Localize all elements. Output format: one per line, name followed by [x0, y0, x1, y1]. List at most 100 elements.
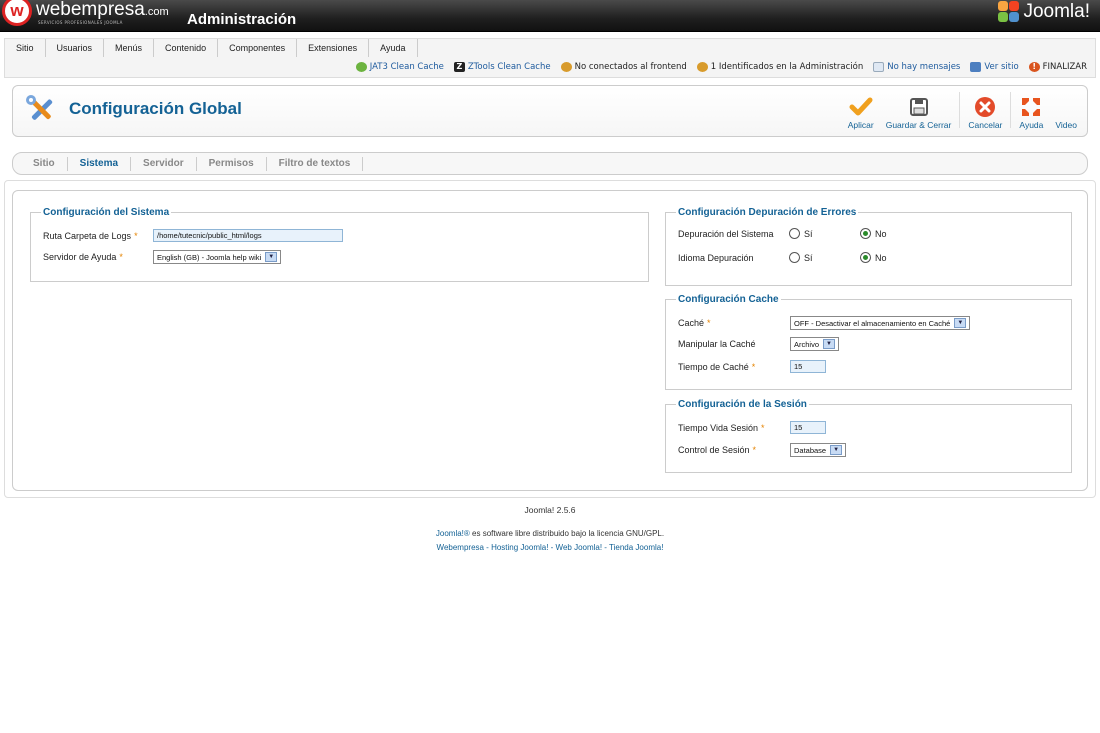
view-site-link[interactable]: Ver sitio: [970, 62, 1019, 72]
help-server-label: Servidor de Ayuda: [43, 252, 117, 262]
debug-lang-yes-radio[interactable]: [789, 252, 800, 263]
help-server-row: Servidor de Ayuda * English (GB) - Joomla…: [43, 250, 282, 264]
joomla-mark-icon: [998, 1, 1020, 23]
brand-suffix: .com: [144, 6, 169, 18]
status-bar: JAT3 Clean Cache Z ZTools Clean Cache No…: [355, 59, 1087, 75]
debug-system-yes-label: Sí: [804, 228, 813, 239]
joomla-license-link[interactable]: Joomla!®: [436, 529, 470, 538]
main-menu: Sitio Usuarios Menús Contenido Component…: [5, 39, 418, 59]
dropdown-arrow-icon: ▼: [265, 252, 278, 262]
logout-label: FINALIZAR: [1042, 62, 1087, 72]
cache-handler-value: Archivo: [794, 339, 820, 349]
session-lifetime-input[interactable]: [790, 421, 826, 434]
frontend-users-label: No conectados al frontend: [574, 62, 687, 72]
tab-sistema[interactable]: Sistema: [68, 156, 132, 171]
required-asterisk: *: [707, 318, 711, 328]
session-lifetime-row: Tiempo Vida Sesión *: [678, 421, 826, 434]
menu-item-menus[interactable]: Menús: [104, 39, 155, 57]
cancel-label: Cancelar: [968, 120, 1003, 130]
system-settings-legend: Configuración del Sistema: [43, 207, 170, 218]
debug-system-no-label: No: [875, 228, 887, 239]
cache-settings-legend: Configuración Cache: [678, 294, 779, 305]
apply-button[interactable]: Aplicar: [842, 92, 880, 130]
admin-title: Administración: [187, 11, 297, 28]
tab-permisos[interactable]: Permisos: [197, 156, 267, 171]
floppy-disk-icon: [907, 96, 931, 118]
webempresa-logo-icon: w: [2, 0, 32, 26]
ztools-clean-cache-link[interactable]: Z ZTools Clean Cache: [453, 62, 551, 72]
session-handler-value: Database: [794, 445, 827, 455]
session-settings-fieldset: Configuración de la Sesión: [665, 399, 1072, 473]
logout-link[interactable]: ! FINALIZAR: [1028, 62, 1087, 72]
jat3-clean-cache-label: JAT3 Clean Cache: [369, 62, 444, 72]
tab-sitio[interactable]: Sitio: [21, 156, 68, 171]
cache-select[interactable]: OFF - Desactivar el almacenamiento en Ca…: [790, 316, 971, 330]
dropdown-arrow-icon: ▼: [830, 445, 843, 455]
menu-item-extensiones[interactable]: Extensiones: [297, 39, 370, 57]
menu-item-sitio[interactable]: Sitio: [5, 39, 46, 57]
logs-path-row: Ruta Carpeta de Logs *: [43, 229, 343, 242]
ztools-icon: Z: [453, 62, 465, 72]
session-handler-select[interactable]: Database ▼: [790, 443, 847, 457]
recycle-icon: [355, 62, 367, 72]
cache-handler-label: Manipular la Caché: [678, 339, 756, 349]
joomla-version: Joomla! 2.5.6: [524, 505, 576, 515]
session-settings-legend: Configuración de la Sesión: [678, 399, 807, 410]
users-icon: [560, 62, 572, 72]
menu-item-usuarios[interactable]: Usuarios: [46, 39, 105, 57]
logs-path-input[interactable]: [153, 229, 343, 242]
footer-links[interactable]: Webempresa - Hosting Joomla! - Web Jooml…: [0, 543, 1100, 552]
toolbar-buttons: Aplicar Guardar & Cerrar Cancelar Ayuda …: [842, 92, 1083, 132]
config-panel: Configuración del Sistema Ruta Carpeta d…: [12, 190, 1088, 491]
help-label: Ayuda: [1019, 120, 1044, 130]
cancel-button[interactable]: Cancelar: [962, 92, 1008, 130]
top-header: w webempresa.com SERVICIOS PROFESIONALES…: [0, 0, 1100, 32]
session-handler-label: Control de Sesión: [678, 445, 750, 455]
tab-servidor[interactable]: Servidor: [131, 156, 197, 171]
help-server-select[interactable]: English (GB) - Joomla help wiki ▼: [153, 250, 282, 264]
cache-handler-select[interactable]: Archivo ▼: [790, 337, 840, 351]
menu-item-componentes[interactable]: Componentes: [218, 39, 298, 57]
session-lifetime-label: Tiempo Vida Sesión: [678, 422, 759, 433]
dropdown-arrow-icon: ▼: [954, 318, 967, 328]
help-button[interactable]: Ayuda: [1013, 92, 1049, 130]
debug-system-no-radio[interactable]: [860, 228, 871, 239]
cache-time-input[interactable]: [790, 360, 826, 373]
joomla-logo-text: Joomla!: [1023, 1, 1090, 22]
checkmark-icon: [849, 96, 873, 118]
apply-label: Aplicar: [847, 120, 874, 130]
cancel-icon: [973, 96, 997, 118]
config-tabs: Sitio Sistema Servidor Permisos Filtro d…: [12, 152, 1088, 175]
messages-link[interactable]: No hay mensajes: [873, 62, 960, 72]
help-server-value: English (GB) - Joomla help wiki: [157, 252, 262, 262]
tab-filtro-de-textos[interactable]: Filtro de textos: [267, 156, 364, 171]
cache-handler-row: Manipular la Caché Archivo ▼: [678, 337, 840, 351]
debug-system-yes-radio[interactable]: [789, 228, 800, 239]
page-title: Configuración Global: [69, 99, 242, 118]
toolbar: Configuración Global Aplicar Guardar & C…: [12, 85, 1088, 137]
brand-main: webempresa: [36, 0, 145, 20]
debug-lang-no-radio[interactable]: [860, 252, 871, 263]
debug-lang-yes-label: Sí: [804, 252, 813, 263]
debug-system-label: Depuración del Sistema: [678, 228, 774, 239]
save-close-label: Guardar & Cerrar: [885, 120, 952, 130]
video-button[interactable]: Video: [1049, 92, 1083, 130]
save-close-button[interactable]: Guardar & Cerrar: [880, 92, 958, 130]
jat3-clean-cache-link[interactable]: JAT3 Clean Cache: [355, 62, 444, 72]
frontend-users-status: No conectados al frontend: [560, 62, 687, 72]
help-lifebuoy-icon: [1019, 96, 1043, 118]
dropdown-arrow-icon: ▼: [823, 339, 836, 349]
debug-lang-label: Idioma Depuración: [678, 252, 754, 263]
required-asterisk: *: [751, 361, 756, 372]
cache-row: Caché * OFF - Desactivar el almacenamient…: [678, 316, 971, 330]
menu-item-ayuda[interactable]: Ayuda: [369, 39, 418, 57]
logs-path-label: Ruta Carpeta de Logs: [43, 230, 132, 241]
required-asterisk: *: [134, 230, 138, 241]
brand-tagline: SERVICIOS PROFESIONALES JOOMLA: [38, 20, 123, 25]
cache-time-label: Tiempo de Caché: [678, 361, 749, 372]
license-text: es software libre distribuido bajo la li…: [469, 529, 665, 538]
menu-item-contenido[interactable]: Contenido: [154, 39, 219, 57]
ztools-clean-cache-label: ZTools Clean Cache: [467, 62, 551, 72]
toolbar-separator: [959, 92, 961, 128]
cache-label: Caché: [678, 318, 705, 328]
